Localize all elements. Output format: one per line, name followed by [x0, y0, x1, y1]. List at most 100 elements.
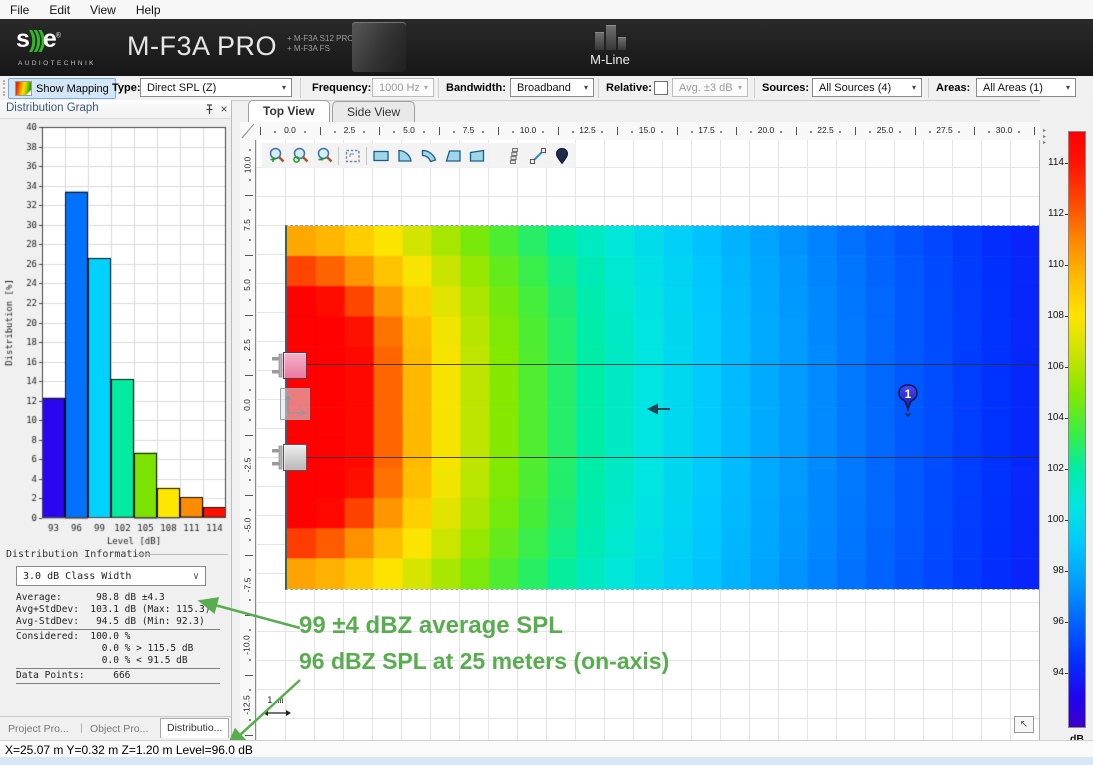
distribution-panel: Distribution Graph × Distribution Inform… [0, 100, 232, 740]
colorbar-tick-label: 94 [1040, 667, 1064, 678]
measure-line-icon[interactable] [527, 145, 548, 166]
logo-s: s [16, 25, 29, 53]
stat-average: Average: 98.8 dB ±4.3 [16, 592, 220, 604]
groupbox-line [136, 554, 228, 555]
colorbar-tick-label: 104 [1040, 412, 1064, 423]
tab-distribution[interactable]: Distributio... [160, 718, 229, 738]
ruler-mark [482, 131, 484, 133]
tab-object-properties[interactable]: Object Pro... [84, 720, 154, 738]
tab-separator: | [80, 722, 83, 734]
ruler-mark [423, 131, 425, 133]
menu-help[interactable]: Help [126, 1, 171, 19]
show-mapping-button[interactable]: Show Mapping [8, 78, 116, 99]
zoom-out-icon[interactable] [314, 145, 335, 166]
ruler-mark [249, 449, 251, 451]
series-selector[interactable]: M-Line [575, 24, 645, 74]
ruler-mark [249, 239, 251, 241]
ruler-mark: 7.5 [240, 212, 254, 238]
logo-waves-icon: ))) [29, 26, 43, 52]
stat-above: 0.0 % > 115.5 dB [16, 643, 220, 655]
vertical-ruler: -12.5-10.0-7.5-5.0-2.50.02.55.07.510.0 [240, 140, 256, 740]
ruler-mark [320, 127, 321, 135]
stats-end-line [16, 683, 220, 685]
class-width-select[interactable]: 3.0 dB Class Width∨ [16, 566, 206, 586]
mapping-swatch-icon [15, 81, 32, 96]
toolbar-grip[interactable] [3, 80, 7, 96]
listener-arrow-marker[interactable] [645, 401, 671, 417]
area-trapezoid-icon[interactable] [442, 145, 463, 166]
area-rectangle-icon[interactable] [370, 145, 391, 166]
map-toolbar [262, 143, 576, 168]
menu-file[interactable]: File [0, 1, 39, 19]
ruler-mark [379, 127, 380, 135]
coordinate-origin-marker[interactable]: YX [280, 388, 310, 420]
distribution-info-title: Distribution Information [6, 549, 151, 560]
ruler-mark [855, 127, 856, 135]
area-quarter-circle-icon[interactable] [394, 145, 415, 166]
show-mapping-label: Show Mapping [36, 83, 109, 95]
ruler-mark [720, 131, 722, 133]
ruler-mark [915, 127, 916, 135]
colorbar-panel: ▸▸▸ 114112110108106104102100989694 dB [1040, 100, 1093, 740]
ruler-mark [439, 127, 440, 135]
origin-y-label: Y [291, 393, 296, 400]
ruler-mark [249, 629, 251, 631]
ruler-mark: 0.0 [240, 392, 254, 418]
sources-label: Sources: [762, 82, 809, 94]
colorbar-tick [1065, 265, 1068, 266]
speaker-stack-icon [595, 24, 626, 50]
chevron-down-icon: ▾ [907, 83, 921, 92]
splitter-arrows-icon[interactable]: ▸▸▸ [1043, 128, 1046, 146]
frequency-select: 1000 Hz▾ [372, 78, 434, 97]
ruler-mark: 2.5 [336, 125, 364, 135]
ruler-mark [249, 479, 251, 481]
reset-view-button[interactable]: ↖ [1014, 716, 1034, 733]
close-icon[interactable]: × [217, 102, 231, 116]
menu-view[interactable]: View [80, 1, 126, 19]
tab-top-view[interactable]: Top View [248, 100, 330, 122]
status-bar: X=25.07 m Y=0.32 m Z=1.20 m Level=96.0 d… [0, 740, 1093, 757]
colorbar-tick [1065, 622, 1068, 623]
ruler-mark [249, 179, 251, 181]
menu-edit[interactable]: Edit [39, 1, 80, 19]
ruler-mark [245, 675, 253, 676]
ruler-mark [245, 735, 253, 736]
relative-checkbox[interactable] [654, 81, 668, 95]
distribution-stats: Average: 98.8 dB ±4.3 Avg+StdDev: 103.1 … [16, 592, 220, 685]
source-axis-line [285, 457, 1040, 458]
ruler-mark [249, 539, 251, 541]
speaker-source[interactable] [283, 444, 307, 471]
colorbar-tick-label: 108 [1040, 310, 1064, 321]
ruler-mark: 12.5 [574, 125, 602, 135]
speaker-source-selected[interactable] [283, 352, 307, 379]
product-addons: + M-F3A S12 PRO + M-F3A FS [287, 34, 353, 54]
tab-project-properties[interactable]: Project Pro... [2, 720, 75, 738]
zoom-in-icon[interactable] [266, 145, 287, 166]
pin-marker-icon[interactable] [551, 145, 572, 166]
sources-select[interactable]: All Sources (4)▾ [812, 78, 922, 97]
area-arc-band-icon[interactable] [418, 145, 439, 166]
area-skewed-quad-icon[interactable] [466, 145, 487, 166]
zoom-area-icon[interactable] [290, 145, 311, 166]
toolbar-separator [366, 147, 367, 165]
annotation-average-spl: 99 ±4 dBZ average SPL [299, 612, 563, 640]
toolbar-separator [754, 78, 755, 98]
measurement-pin-1[interactable]: 1 [895, 382, 921, 418]
ruler-mark [245, 555, 253, 556]
ruler-mark [601, 131, 603, 133]
addon-2: + M-F3A FS [287, 44, 353, 54]
tab-side-view[interactable]: Side View [332, 101, 415, 122]
colorbar-tick [1065, 520, 1068, 521]
ruler-mark: 5.0 [240, 272, 254, 298]
annotation-spl-at-25m: 96 dBZ SPL at 25 meters (on-axis) [299, 648, 669, 675]
bandwidth-select[interactable]: Broadband▾ [510, 78, 594, 97]
application-window: File Edit View Help s)))e® AUDIOTECHNIK … [0, 0, 1093, 765]
ruler-mark [245, 195, 253, 196]
type-select[interactable]: Direct SPL (Z)▾ [140, 78, 292, 97]
menu-bar: File Edit View Help [0, 0, 1093, 19]
stairs-icon[interactable] [503, 145, 524, 166]
areas-select[interactable]: All Areas (1)▾ [976, 78, 1076, 97]
brand-subtitle: AUDIOTECHNIK [18, 60, 96, 67]
zoom-extents-icon[interactable] [342, 145, 363, 166]
pin-icon[interactable] [202, 102, 216, 116]
